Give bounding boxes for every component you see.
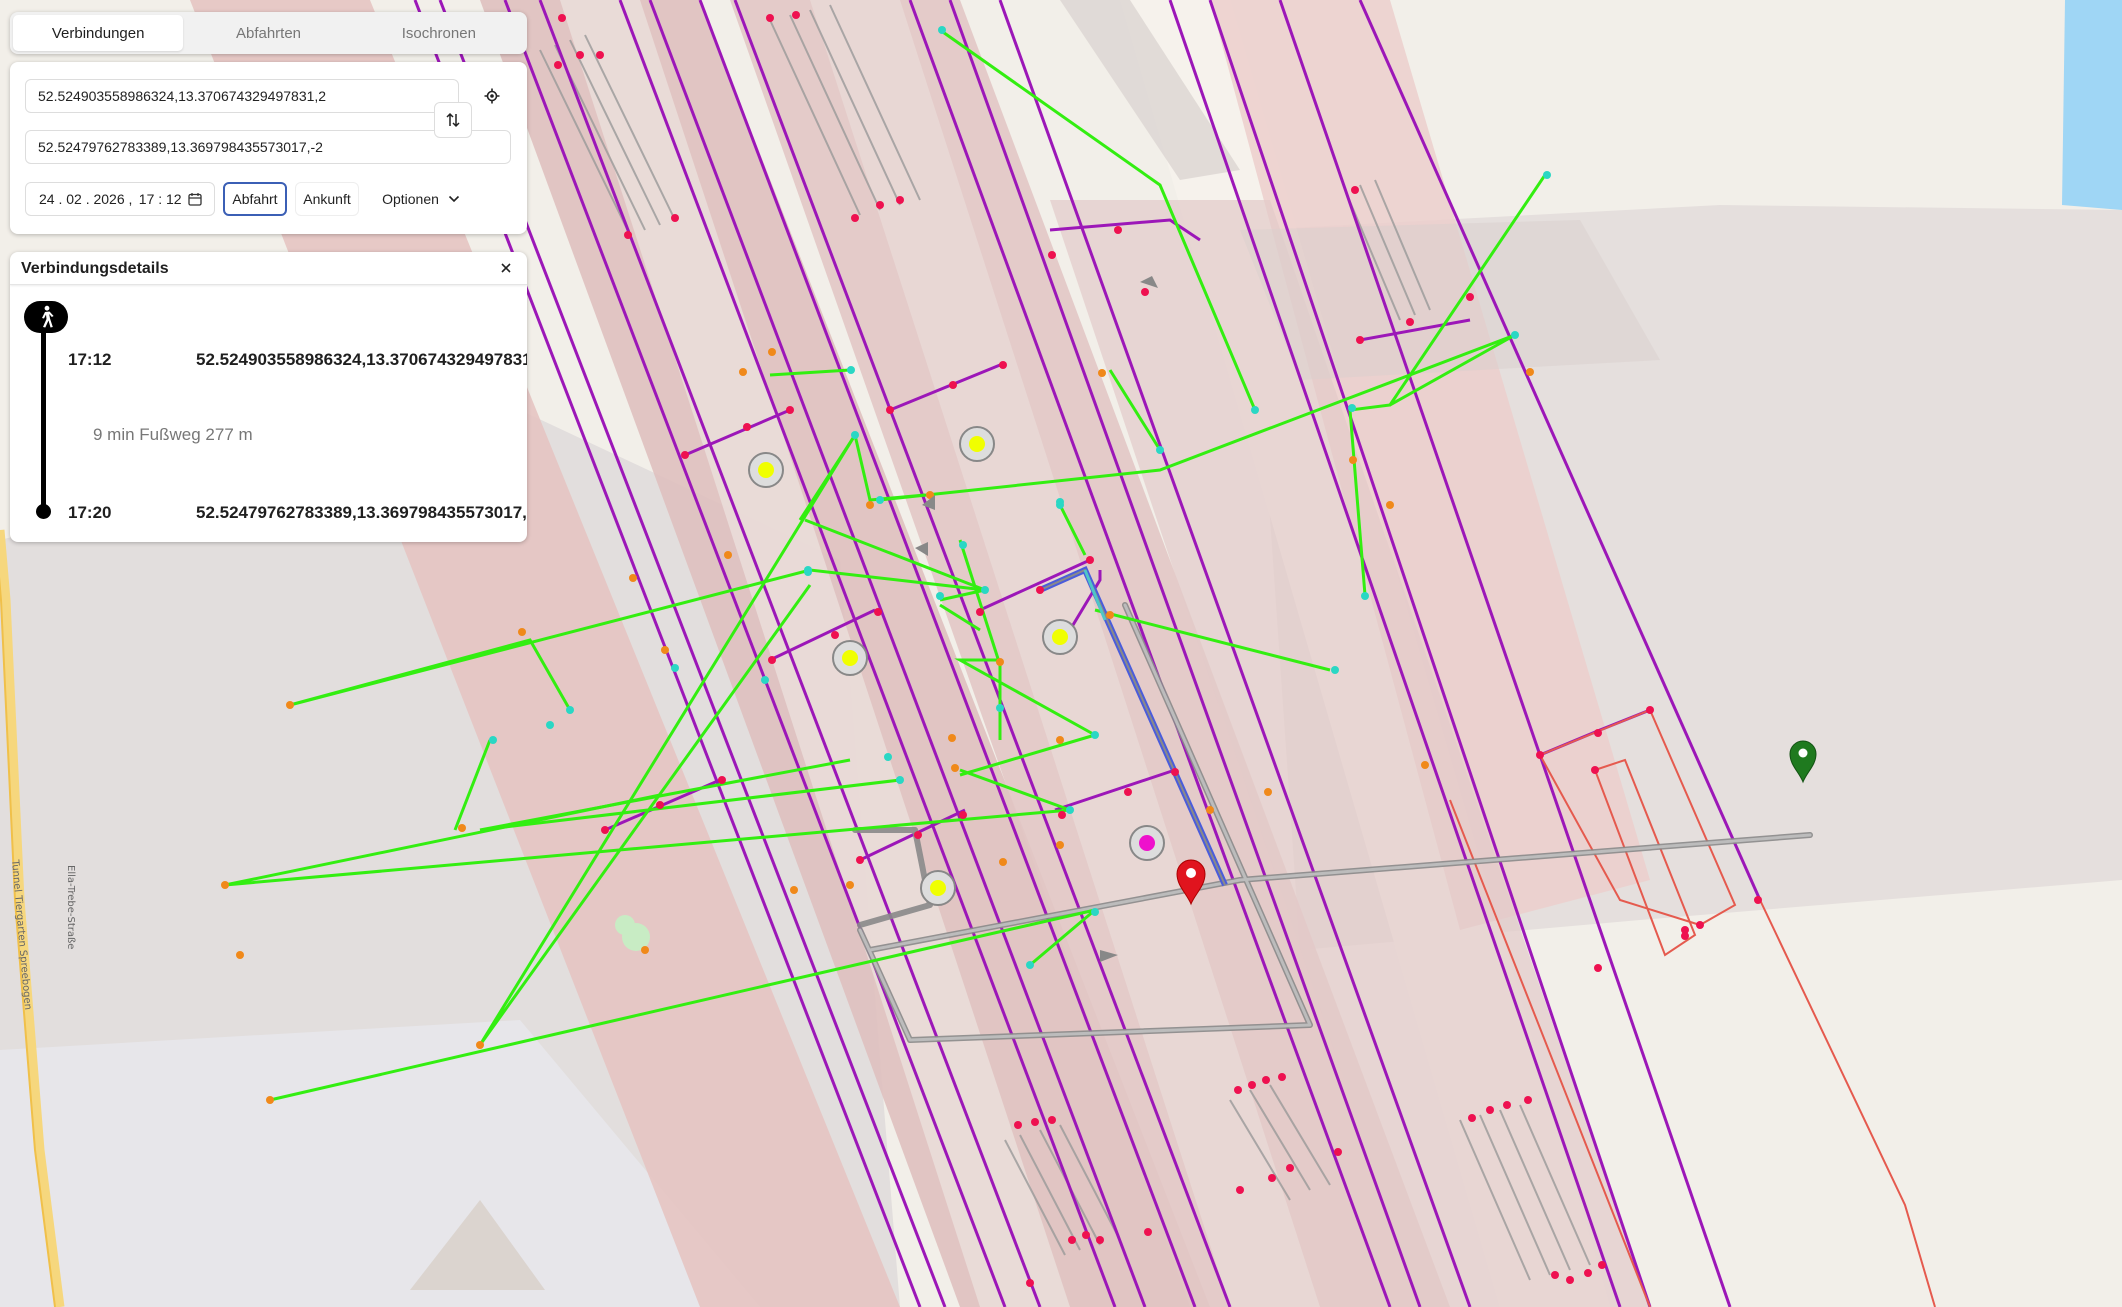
departure-button[interactable]: Abfahrt — [223, 182, 287, 216]
street-label-ella-trebe: Ella-Trebe-Straße — [65, 865, 76, 949]
mode-tabs: Verbindungen Abfahrten Isochronen — [10, 12, 527, 54]
time-value: 17 : 12 — [138, 191, 182, 207]
start-place[interactable]: 52.524903558986324,13.370674329497831,2 — [196, 350, 527, 370]
tab-departures[interactable]: Abfahrten — [183, 15, 353, 51]
end-time: 17:20 — [68, 503, 112, 522]
connection-details-panel: Verbindungsdetails 17:12 52.524903558986… — [10, 252, 527, 542]
close-icon — [501, 263, 511, 273]
details-title: Verbindungsdetails — [21, 260, 169, 277]
details-header: Verbindungsdetails — [10, 252, 527, 285]
walk-badge — [24, 301, 68, 333]
crosshair-icon — [484, 88, 500, 104]
datetime-input[interactable]: 24 . 02 . 2026 , 17 : 12 — [25, 182, 215, 216]
swap-button[interactable] — [434, 102, 472, 138]
from-input[interactable] — [25, 79, 459, 113]
options-button[interactable]: Optionen — [375, 182, 467, 216]
walk-summary: 9 min Fußweg 277 m — [93, 425, 253, 444]
calendar-icon[interactable] — [188, 192, 202, 206]
tab-connections[interactable]: Verbindungen — [13, 15, 184, 51]
end-place[interactable]: 52.52479762783389,13.369798435573017,-2 — [196, 503, 527, 523]
walk-icon — [42, 305, 54, 328]
arrival-button[interactable]: Ankunft — [295, 182, 359, 216]
close-button[interactable] — [494, 256, 518, 280]
start-time: 17:12 — [68, 350, 112, 369]
leg-timeline — [41, 318, 46, 512]
options-label: Optionen — [382, 191, 439, 207]
search-panel: 24 . 02 . 2026 , 17 : 12 Abfahrt Ankunft… — [10, 62, 527, 234]
swap-icon — [446, 112, 460, 128]
date-value: 24 . 02 . 2026 , — [39, 191, 133, 207]
destination-dot — [36, 504, 51, 519]
chevron-down-icon — [448, 195, 459, 203]
river-water — [2062, 0, 2122, 210]
locate-button[interactable] — [476, 80, 508, 112]
tab-isochrones[interactable]: Isochronen — [354, 15, 524, 51]
